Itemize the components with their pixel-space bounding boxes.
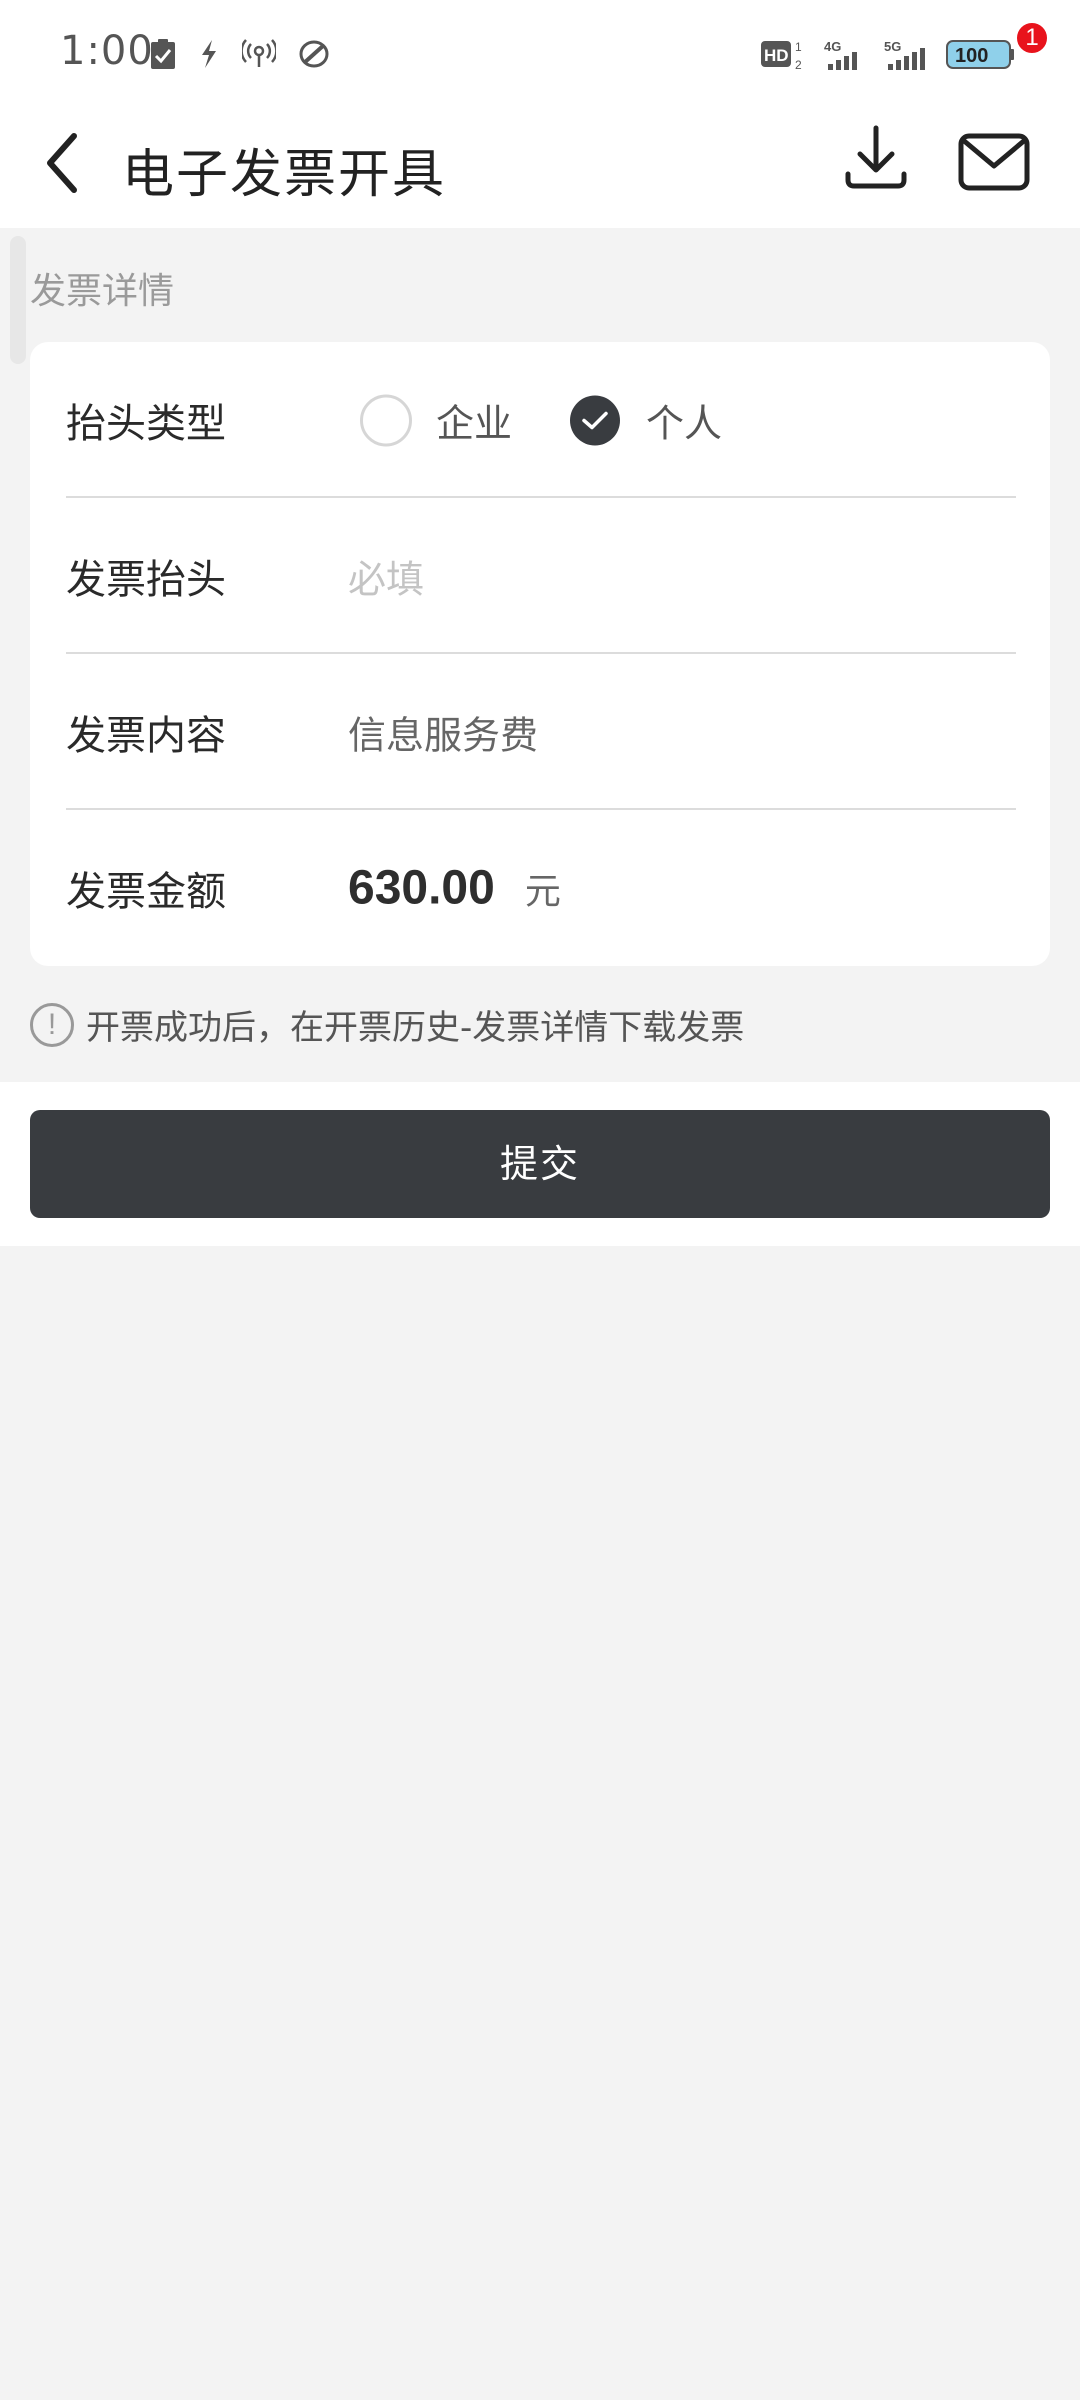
network-4g-label: 4G — [824, 39, 841, 54]
mail-icon — [958, 133, 1030, 191]
hd-sup: 1 — [795, 40, 802, 54]
invoice-title-row: 发票抬头 必填 — [66, 498, 1016, 654]
signal-5g-icon: 5G — [882, 38, 930, 76]
battery-level: 100 — [955, 45, 988, 67]
charging-bolt-icon — [198, 39, 220, 73]
invoice-amount-value-wrap: 630.00 元 — [348, 861, 561, 916]
clipboard-check-icon — [150, 38, 176, 74]
submit-area: 提交 — [0, 1082, 1080, 1246]
hotspot-icon — [240, 39, 278, 73]
hd-label: HD — [764, 46, 789, 65]
invoice-amount-label: 发票金额 — [66, 869, 226, 915]
invoice-content-row: 发票内容 信息服务费 — [66, 654, 1016, 810]
status-time: 1:00 — [60, 28, 154, 74]
status-left-icons — [150, 38, 330, 74]
battery-icon: 100 — [946, 38, 1016, 76]
download-icon — [845, 125, 907, 189]
section-title: 发票详情 — [30, 271, 175, 312]
header: 电子发票开具 — [0, 96, 1080, 228]
radio-personal[interactable]: 个人 — [570, 393, 722, 448]
status-bar: 1:00 HD 1 2 4G 5G 100 — [0, 0, 1080, 96]
mail-button[interactable] — [956, 128, 1036, 196]
page-title: 电子发票开具 — [122, 145, 447, 205]
status-right-icons: HD 1 2 4G 5G 100 — [760, 38, 1016, 76]
radio-personal-label: 个人 — [646, 401, 723, 446]
invoice-amount-unit: 元 — [524, 871, 561, 913]
title-type-label: 抬头类型 — [66, 401, 226, 447]
invoice-content-value: 信息服务费 — [348, 713, 539, 758]
hd-voice-icon: HD 1 2 — [760, 38, 806, 76]
radio-company[interactable]: 企业 — [360, 393, 512, 448]
download-notice: ! 开票成功后，在开票历史-发票详情下载发票 — [30, 1000, 744, 1049]
back-arrow-icon — [47, 133, 77, 193]
radio-unchecked-icon — [360, 394, 412, 446]
notice-text: 开票成功后，在开票历史-发票详情下载发票 — [86, 1008, 745, 1048]
scroll-indicator — [10, 236, 26, 364]
network-5g-label: 5G — [884, 39, 901, 54]
download-button[interactable] — [842, 124, 910, 192]
invoice-title-input[interactable]: 必填 — [348, 549, 424, 604]
invoice-amount-row: 发票金额 630.00 元 — [66, 810, 1016, 966]
sync-icon — [298, 39, 330, 73]
mail-badge: 1 — [1014, 20, 1050, 56]
radio-checked-icon — [570, 395, 620, 445]
radio-company-label: 企业 — [436, 401, 513, 446]
title-type-row: 抬头类型 企业 个人 — [66, 342, 1016, 498]
signal-4g-icon: 4G — [822, 38, 866, 76]
invoice-content-label: 发票内容 — [66, 713, 226, 759]
invoice-amount-value: 630.00 — [348, 861, 495, 915]
invoice-title-label: 发票抬头 — [66, 557, 226, 603]
hd-sub: 2 — [795, 58, 802, 72]
back-button[interactable] — [38, 128, 88, 198]
invoice-form-card: 抬头类型 企业 个人 发票抬头 必填 发票内容 信息服务费 发票金额 630.0… — [30, 342, 1050, 966]
info-exclamation-icon: ! — [30, 1002, 74, 1047]
submit-button[interactable]: 提交 — [30, 1110, 1050, 1218]
